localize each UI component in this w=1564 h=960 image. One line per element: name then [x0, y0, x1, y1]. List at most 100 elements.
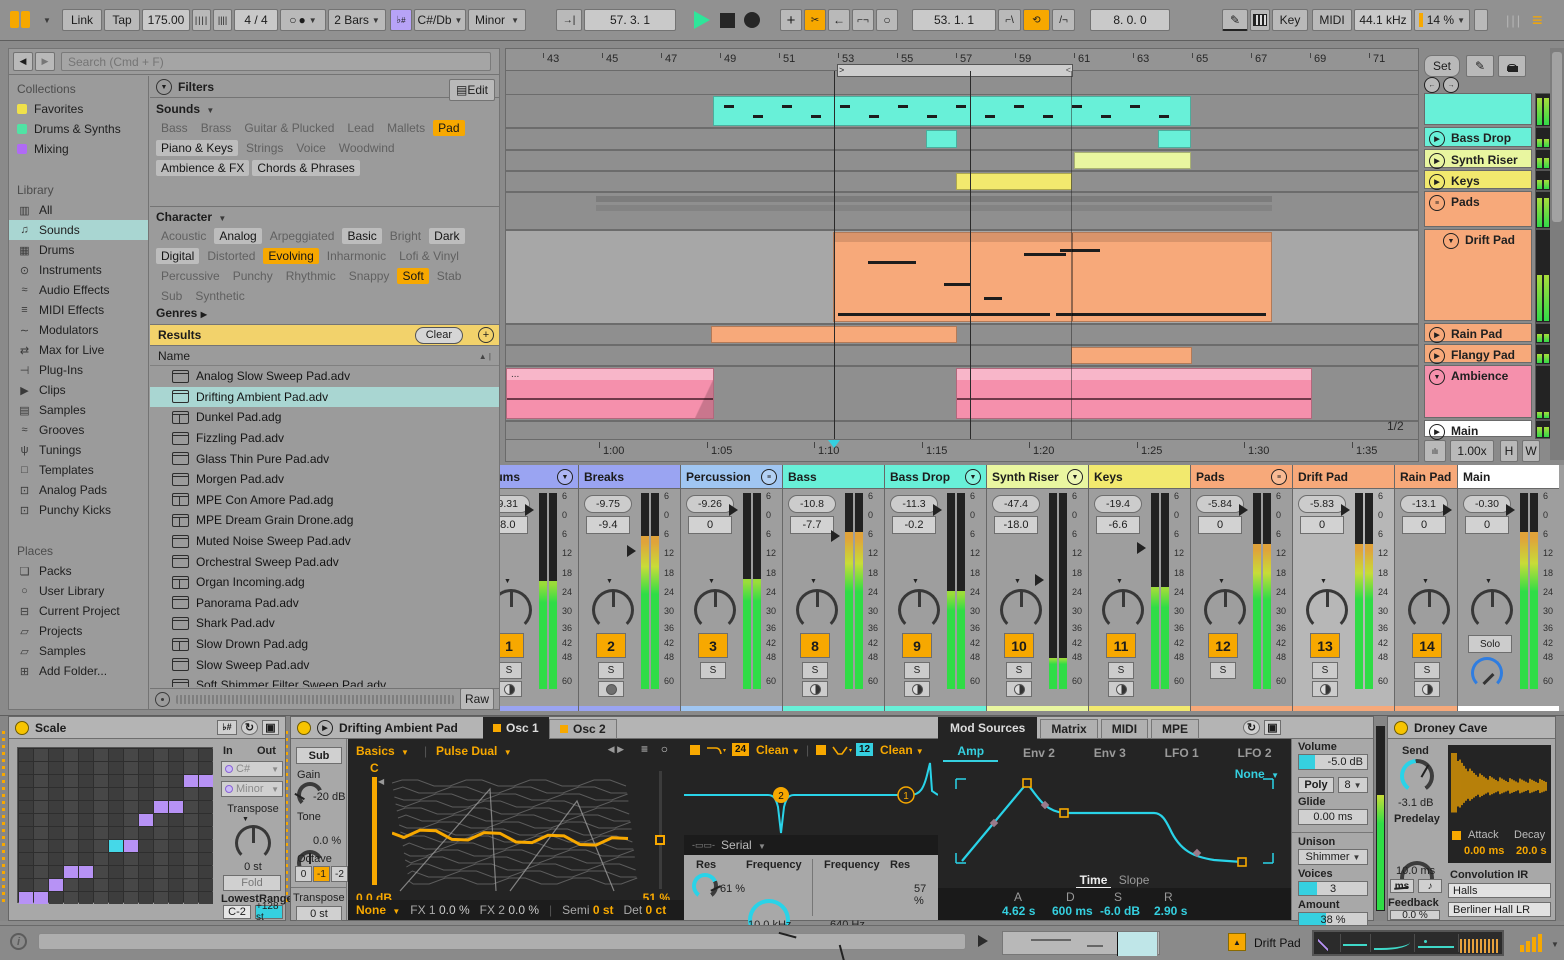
scale-grid-cell[interactable]	[64, 892, 78, 904]
scale-grid-cell[interactable]	[19, 866, 33, 878]
send-knob[interactable]	[1400, 759, 1434, 793]
glide-value[interactable]: 0.00 ms	[1298, 809, 1368, 825]
scale-name-menu[interactable]: Minor ▼	[221, 781, 283, 797]
scale-grid-cell[interactable]	[34, 749, 48, 761]
collection-item[interactable]: Favorites	[9, 99, 148, 119]
scale-grid-cell[interactable]	[139, 840, 153, 852]
scale-grid-cell[interactable]	[154, 866, 168, 878]
result-item[interactable]: Analog Slow Sweep Pad.adv	[150, 366, 499, 387]
track-row-bass[interactable]	[506, 94, 1418, 128]
result-item[interactable]: Shark Pad.adv	[150, 613, 499, 634]
loop-brace[interactable]: > <	[837, 64, 1073, 77]
solo-button[interactable]: S	[1210, 662, 1236, 679]
pan-knob[interactable]	[1000, 589, 1042, 631]
scale-grid-cell[interactable]	[124, 879, 138, 891]
poly-button[interactable]: Poly	[1298, 777, 1334, 793]
tab-mpe[interactable]: MPE	[1151, 719, 1200, 739]
env-subtab-env-[interactable]: Env 3	[1080, 746, 1140, 760]
scale-grid-cell[interactable]	[109, 762, 123, 774]
solo-button[interactable]: S	[1108, 662, 1134, 679]
mixer-strip-rain-pad[interactable]: Rain Pad-13.106061218243036424860▼14S	[1395, 465, 1458, 711]
pan-knob[interactable]	[592, 589, 634, 631]
scale-grid-cell[interactable]	[154, 853, 168, 865]
scale-grid-cell[interactable]	[184, 775, 198, 787]
scale-grid-cell[interactable]	[49, 853, 63, 865]
track-number[interactable]: 9	[902, 633, 932, 658]
track-fold-icon[interactable]: ▼	[1429, 369, 1445, 385]
filter-tag[interactable]: Mallets	[382, 120, 430, 136]
mixer-strip-synth-riser[interactable]: Synth Riser ▼ -47.4 -18.0 6 0 6 12 18 24 30 36 42 48 6…	[987, 465, 1089, 711]
scale-grid-cell[interactable]	[94, 814, 108, 826]
filters-collapse-icon[interactable]: ▼	[156, 79, 172, 95]
sidebar-item-plug-ins[interactable]: ⊣ Plug-Ins	[9, 360, 148, 380]
scale-grid-cell[interactable]	[124, 892, 138, 904]
result-item[interactable]: Slow Sweep Pad.adv	[150, 654, 499, 675]
scale-grid-cell[interactable]	[109, 866, 123, 878]
clip[interactable]	[926, 130, 957, 148]
results-clear-button[interactable]: Clear	[414, 326, 463, 344]
collection-item[interactable]: Drums & Synths	[9, 119, 148, 139]
punch-out-button[interactable]: /¬	[1052, 9, 1075, 31]
cpu-meter[interactable]: 14 % ▼	[1414, 9, 1470, 31]
ir-category-menu[interactable]: Halls	[1448, 883, 1551, 898]
scale-grid-cell[interactable]	[34, 775, 48, 787]
mixer-track-title[interactable]: Rain Pad	[1395, 465, 1457, 489]
scale-grid-cell[interactable]	[169, 801, 183, 813]
transpose-value[interactable]: 0 st	[221, 861, 285, 873]
group-fold-icon[interactable]: ≡	[1271, 469, 1287, 485]
app-logo-icon[interactable]	[10, 11, 36, 29]
sidebar-item-current-project[interactable]: ⊟ Current Project	[9, 601, 148, 621]
scale-grid-cell[interactable]	[169, 827, 183, 839]
filter-routing-menu[interactable]: Serial ▼	[721, 838, 766, 852]
loop-start-field[interactable]: 53. 1. 1	[912, 9, 996, 31]
scale-grid-cell[interactable]	[154, 788, 168, 800]
result-item[interactable]: Panorama Pad.adv	[150, 593, 499, 614]
scale-grid-cell[interactable]	[199, 866, 213, 878]
mixer-track-title[interactable]: Keys	[1089, 465, 1190, 489]
scale-grid-cell[interactable]	[49, 775, 63, 787]
pan-knob[interactable]	[1204, 589, 1246, 631]
scale-grid-cell[interactable]	[139, 788, 153, 800]
track-number[interactable]: 12	[1208, 633, 1238, 658]
gain-value[interactable]: -20 dB	[313, 791, 345, 803]
filter-tag[interactable]: Woodwind	[334, 140, 400, 156]
filter-tag[interactable]: Arpeggiated	[265, 228, 340, 244]
scale-grid-cell[interactable]	[199, 775, 213, 787]
scale-grid-cell[interactable]	[49, 749, 63, 761]
sidebar-item-sounds[interactable]: ♫ Sounds	[9, 220, 148, 240]
scale-grid-cell[interactable]	[139, 866, 153, 878]
filter-tag[interactable]: Soft	[397, 268, 429, 284]
pan-knob[interactable]	[694, 589, 736, 631]
filter-tag[interactable]: Bass	[156, 120, 193, 136]
poly-voices-menu[interactable]: 8 ▼	[1338, 777, 1368, 793]
filter-tag[interactable]: Distorted	[202, 248, 260, 264]
scale-grid-cell[interactable]	[79, 749, 93, 761]
scale-grid-cell[interactable]	[19, 749, 33, 761]
clip[interactable]: ...	[506, 368, 714, 419]
scale-grid-cell[interactable]	[184, 749, 198, 761]
track-row-main[interactable]	[506, 421, 1418, 440]
track-header-pads[interactable]: ≡ Pads	[1424, 191, 1532, 227]
env-subtab-amp[interactable]: Amp	[943, 744, 999, 762]
unison-mode-menu[interactable]: Shimmer ▼	[1298, 849, 1368, 865]
mixer-track-title[interactable]: Drift Pad	[1293, 465, 1394, 489]
filter-tag[interactable]: Inharmonic	[322, 248, 391, 264]
preview-waveform[interactable]	[176, 694, 454, 704]
scale-grid-cell[interactable]	[79, 853, 93, 865]
volume-arrow-icon[interactable]	[729, 504, 744, 517]
volume-value[interactable]: 0	[1198, 516, 1242, 534]
scale-grid-cell[interactable]	[49, 866, 63, 878]
volume-value[interactable]: -0.2	[892, 516, 936, 534]
filter-response-display[interactable]: 21	[684, 761, 938, 835]
scale-grid-cell[interactable]	[109, 775, 123, 787]
height-zoom-button[interactable]: H	[1500, 440, 1518, 462]
wt-level-slider[interactable]	[372, 777, 377, 885]
scale-grid-cell[interactable]	[124, 775, 138, 787]
scale-grid-cell[interactable]	[154, 840, 168, 852]
tone-value[interactable]: 0.0 %	[313, 835, 341, 847]
result-item[interactable]: Soft Shimmer Filter Sweep Pad.adv	[150, 675, 499, 687]
result-item[interactable]: Drifting Ambient Pad.adv	[150, 386, 499, 408]
scale-grid-cell[interactable]	[49, 827, 63, 839]
clip[interactable]	[713, 96, 1191, 126]
scale-grid-cell[interactable]	[64, 801, 78, 813]
